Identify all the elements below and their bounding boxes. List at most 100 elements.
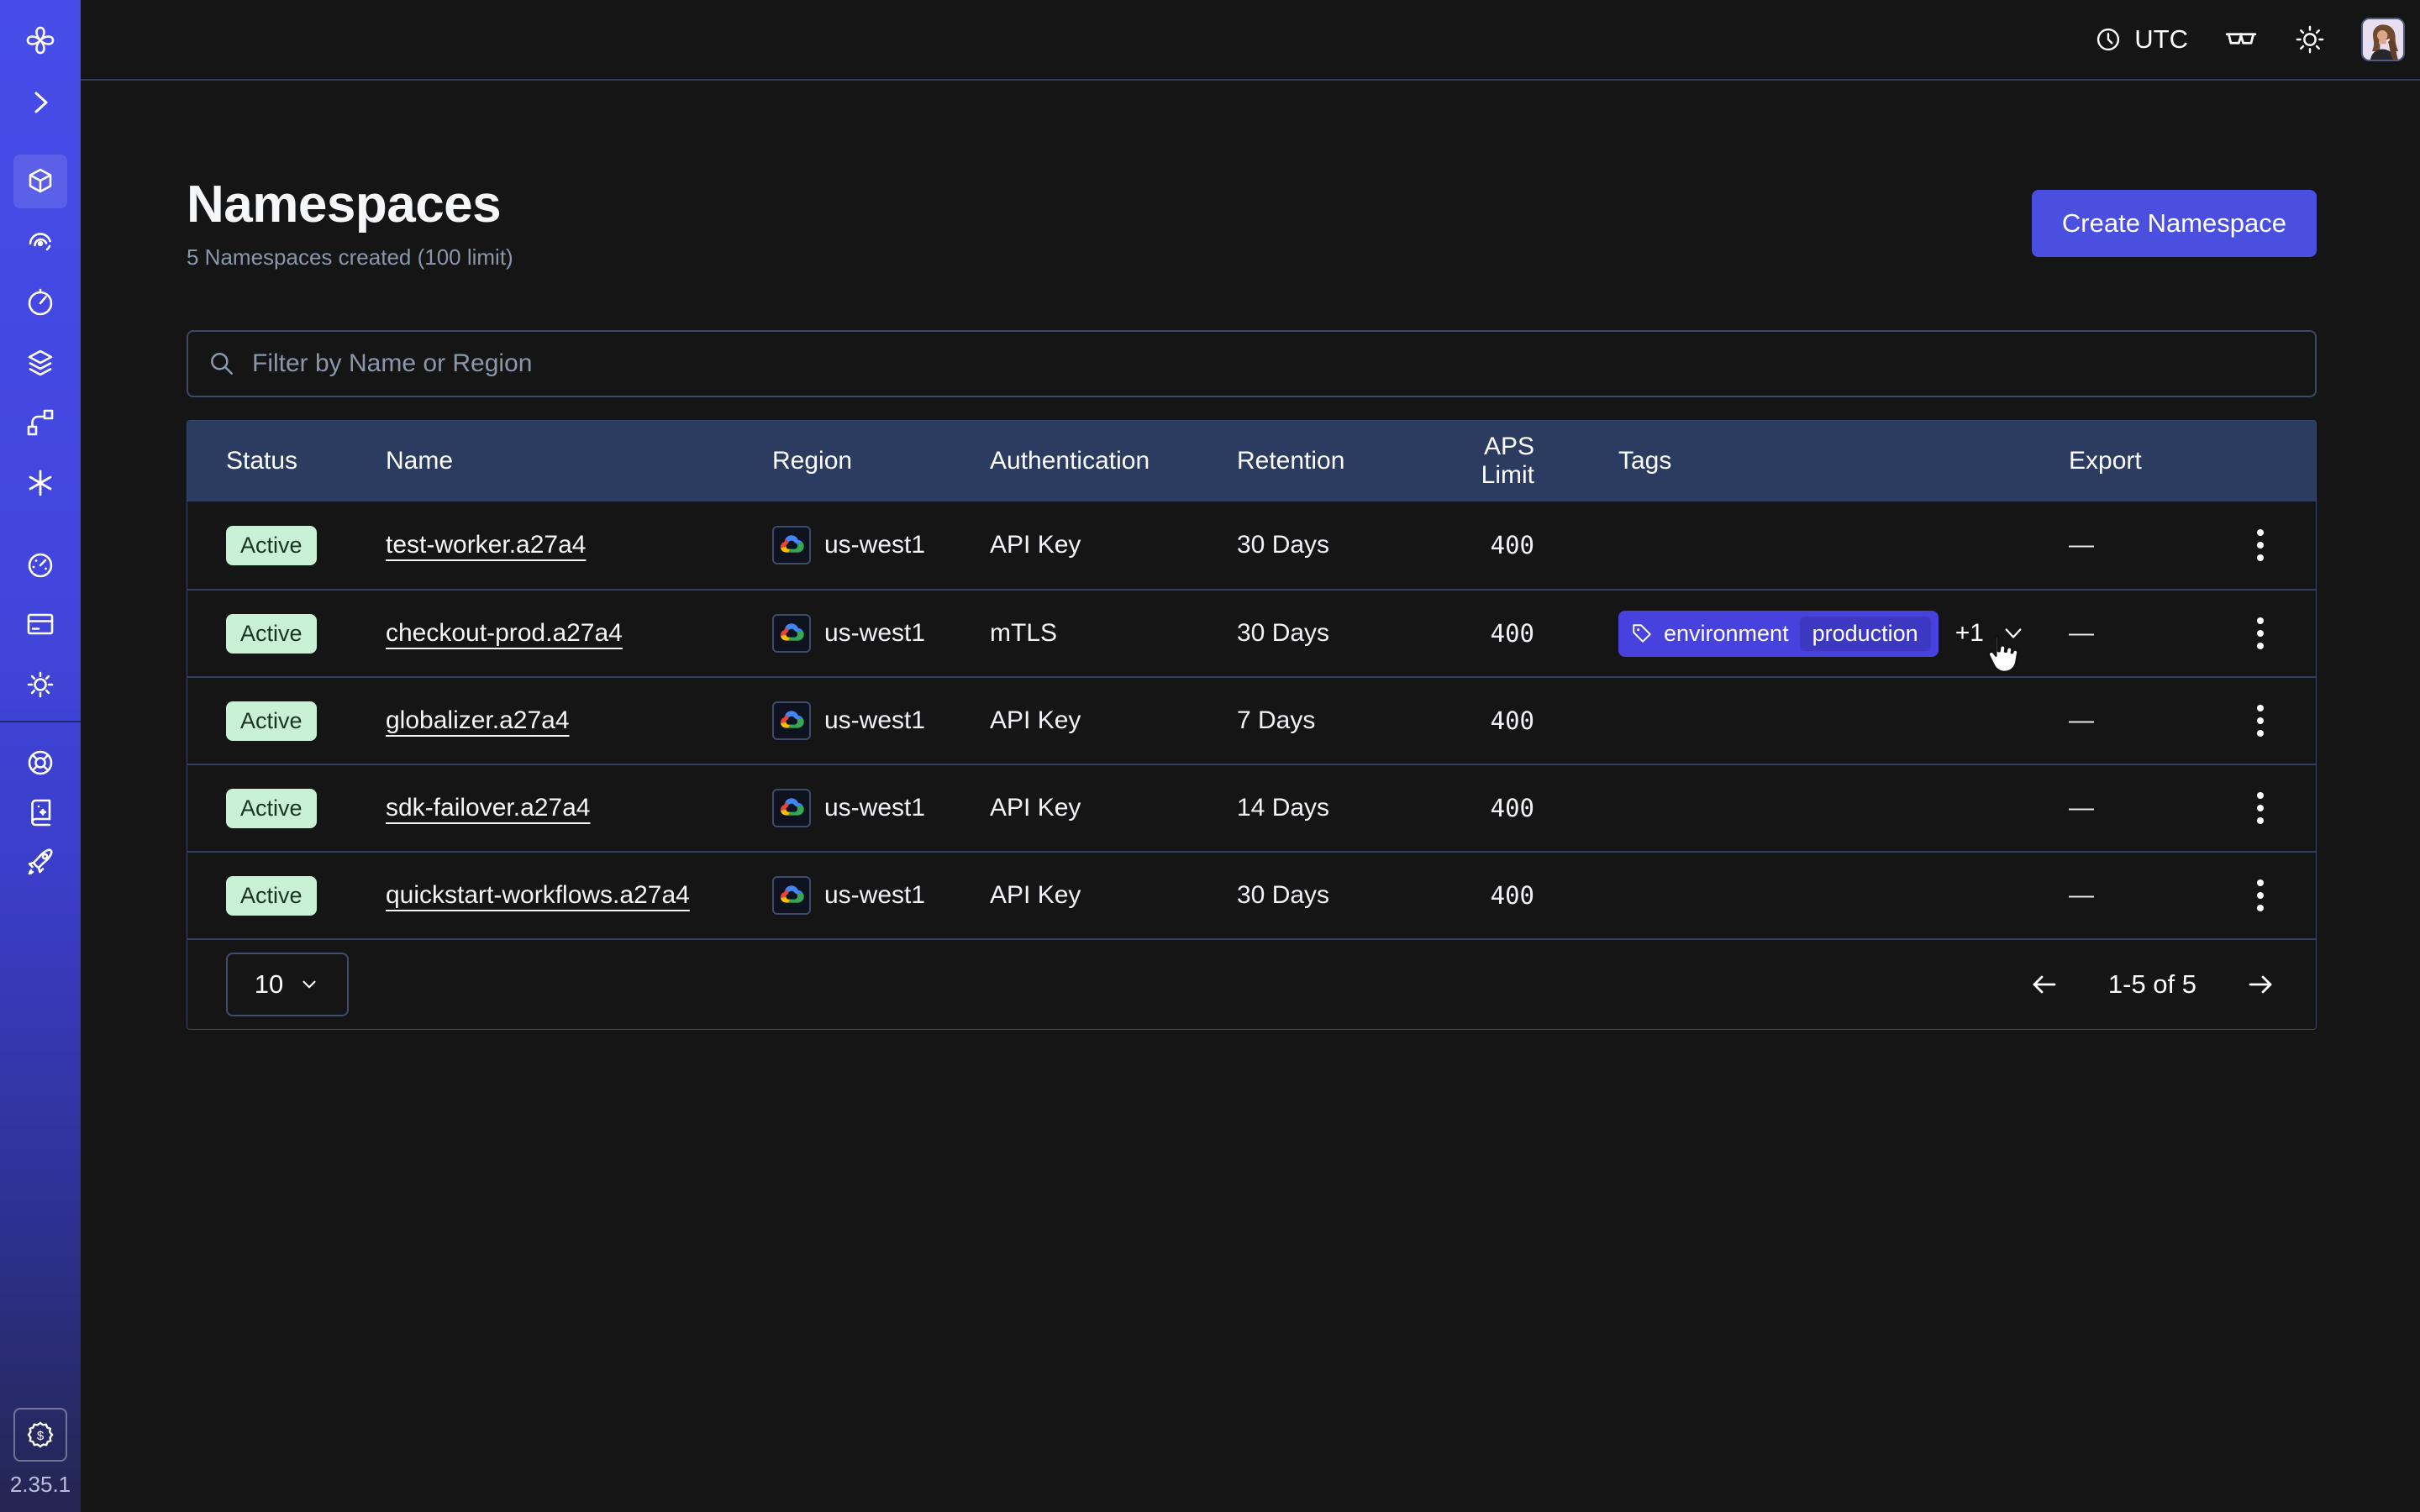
aps-limit-value: 400 [1450, 706, 1618, 735]
rocket-icon [24, 844, 57, 878]
avatar-image [2363, 19, 2403, 60]
auth-value: API Key [990, 531, 1237, 559]
sidebar-item-namespaces[interactable] [13, 155, 67, 208]
arrow-right-icon [2244, 968, 2277, 1001]
sidebar: $ 2.35.1 [0, 0, 81, 1512]
status-badge: Active [226, 876, 317, 916]
aps-limit-value: 400 [1450, 881, 1618, 910]
sidebar-item-usage[interactable] [13, 538, 67, 592]
aps-limit-value: 400 [1450, 794, 1618, 822]
gcp-icon [772, 614, 811, 653]
namespace-link[interactable]: quickstart-workflows.a27a4 [386, 881, 690, 909]
sidebar-item-billing[interactable] [13, 597, 67, 651]
sidebar-item-getting-started[interactable] [13, 834, 67, 888]
namespace-link[interactable]: test-worker.a27a4 [386, 531, 586, 559]
theme-toggle-button[interactable] [2294, 24, 2326, 55]
col-header-aps-limit: APS Limit [1450, 433, 1618, 490]
filter-input[interactable] [252, 349, 2296, 378]
table-row: Active quickstart-workflows.a27a4 us-wes… [187, 851, 2316, 938]
region-label: us-west1 [824, 531, 925, 559]
sidebar-item-nexus[interactable] [13, 396, 67, 449]
aps-limit-value: 400 [1450, 531, 1618, 559]
user-avatar[interactable] [2361, 18, 2405, 61]
sidebar-item-integrations[interactable] [13, 456, 67, 510]
col-header-export: Export [2069, 447, 2221, 475]
chevron-down-icon [2001, 621, 2026, 646]
row-menu-button[interactable] [2250, 522, 2270, 568]
retention-value: 30 Days [1237, 881, 1450, 910]
retention-value: 30 Days [1237, 619, 1450, 648]
sidebar-item-deployments[interactable] [13, 336, 67, 390]
namespace-link[interactable]: checkout-prod.a27a4 [386, 619, 623, 647]
card-icon [24, 607, 57, 641]
namespace-link[interactable]: globalizer.a27a4 [386, 706, 570, 734]
col-header-name: Name [386, 447, 772, 475]
row-menu-button[interactable] [2250, 698, 2270, 743]
export-value: — [2069, 531, 2221, 559]
app-version: 2.35.1 [0, 1472, 81, 1498]
accessibility-button[interactable] [2223, 22, 2259, 57]
auth-value: API Key [990, 794, 1237, 822]
sun-icon [2294, 24, 2326, 55]
sidebar-item-settings[interactable] [13, 658, 67, 711]
gauge-icon [24, 549, 57, 582]
status-badge: Active [226, 614, 317, 654]
filter-bar [187, 330, 2317, 397]
table-row: Active sdk-failover.a27a4 us-west1 API K… [187, 764, 2316, 851]
export-value: — [2069, 794, 2221, 822]
spiral-icon [24, 224, 57, 258]
sidebar-item-pricing[interactable]: $ [13, 1408, 67, 1462]
tag-icon [1631, 622, 1653, 644]
retention-value: 7 Days [1237, 706, 1450, 735]
prev-page-button[interactable] [2028, 968, 2061, 1001]
tag-pill[interactable]: environment production [1618, 611, 1939, 657]
main-content: Namespaces 5 Namespaces created (100 lim… [81, 81, 2420, 1030]
cube-icon [24, 165, 57, 198]
sidebar-item-docs[interactable] [13, 785, 67, 839]
auth-value: API Key [990, 881, 1237, 910]
export-value: — [2069, 619, 2221, 648]
table-pagination: 10 1-5 of 5 [187, 938, 2316, 1029]
tag-key: environment [1664, 621, 1789, 647]
page-range-label: 1-5 of 5 [2108, 969, 2196, 1000]
next-page-button[interactable] [2244, 968, 2277, 1001]
sidebar-item-support[interactable] [13, 736, 67, 790]
create-namespace-button[interactable]: Create Namespace [2032, 190, 2317, 257]
arrow-left-icon [2028, 968, 2061, 1001]
temporal-logo-icon[interactable] [13, 13, 67, 67]
col-header-status: Status [226, 447, 386, 475]
row-menu-button[interactable] [2250, 873, 2270, 918]
aps-limit-value: 400 [1450, 619, 1618, 648]
timezone-label: UTC [2134, 24, 2188, 55]
tags-cell: environment production +1 [1618, 611, 2069, 657]
search-icon [207, 349, 237, 379]
book-icon [24, 795, 57, 829]
status-badge: Active [226, 526, 317, 565]
gear-icon [24, 668, 57, 701]
asterisk-icon [24, 466, 57, 500]
status-badge: Active [226, 701, 317, 741]
col-header-retention: Retention [1237, 447, 1450, 475]
chevron-right-icon [24, 86, 57, 119]
table-row: Active checkout-prod.a27a4 us-west1 mTLS… [187, 589, 2316, 676]
clock-icon [2094, 25, 2123, 54]
timezone-selector[interactable]: UTC [2094, 24, 2188, 55]
row-menu-button[interactable] [2250, 611, 2270, 656]
money-badge-icon: $ [24, 1418, 57, 1452]
gcp-icon [772, 789, 811, 827]
tag-value: production [1800, 617, 1931, 651]
page-title: Namespaces [187, 175, 513, 234]
lifebuoy-icon [24, 746, 57, 780]
page-size-select[interactable]: 10 [226, 953, 349, 1016]
tag-expand-button[interactable] [2001, 621, 2026, 646]
namespaces-table: Status Name Region Authentication Retent… [187, 420, 2317, 1030]
sidebar-item-schedules[interactable] [13, 276, 67, 329]
branch-icon [24, 406, 57, 439]
namespace-link[interactable]: sdk-failover.a27a4 [386, 794, 591, 822]
gcp-icon [772, 876, 811, 915]
sidebar-item-observe[interactable] [13, 214, 67, 268]
row-menu-button[interactable] [2250, 785, 2270, 831]
page-header: Namespaces 5 Namespaces created (100 lim… [187, 175, 2317, 270]
sidebar-expand-button[interactable] [13, 76, 67, 129]
topbar: UTC [81, 0, 2420, 81]
